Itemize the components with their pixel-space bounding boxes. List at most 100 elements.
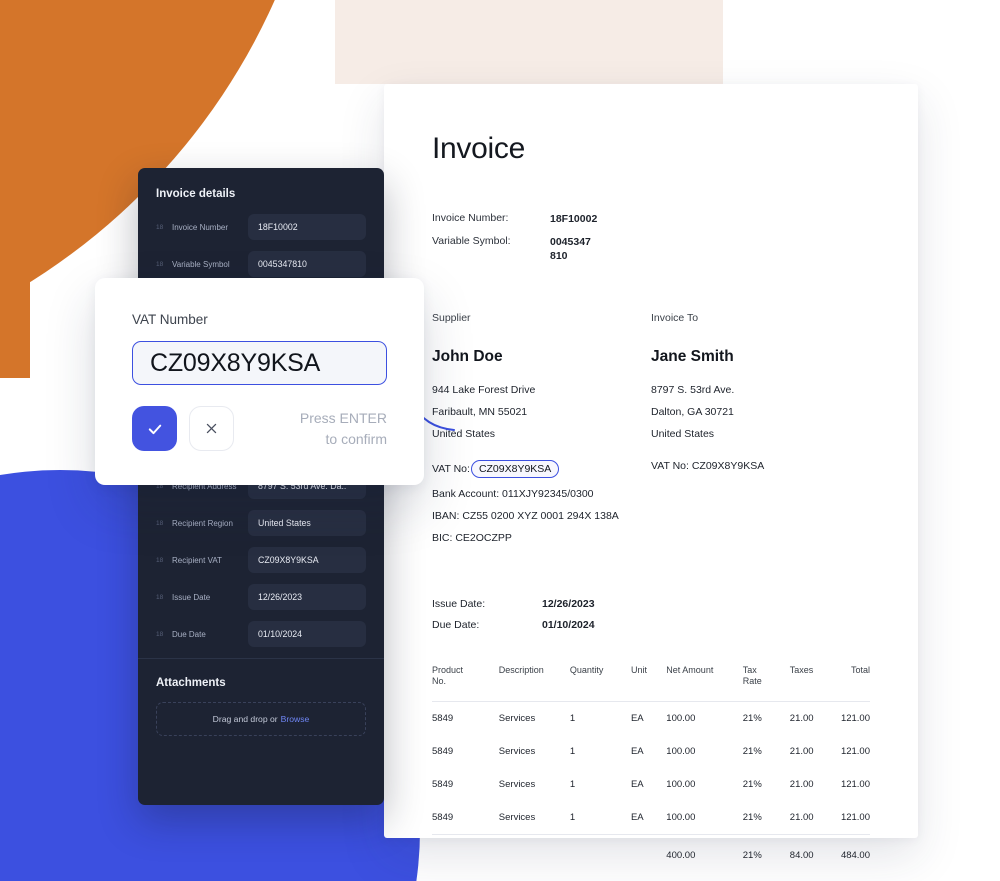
subtotal-cell xyxy=(569,834,631,873)
table-cell: 21.00 xyxy=(789,779,814,791)
table-cell: EA xyxy=(630,779,644,791)
vat-popup-actions: Press ENTER to confirm xyxy=(132,406,387,451)
field-input[interactable]: 18F10002 xyxy=(248,214,366,240)
attachment-dropzone[interactable]: Drag and drop or Browse xyxy=(156,702,366,736)
recipient-kicker: Invoice To xyxy=(651,311,699,324)
table-cell: 100.00 xyxy=(666,812,696,824)
field-label: Invoice Number xyxy=(172,222,229,232)
recipient-name: Jane Smith xyxy=(651,347,734,365)
subtotal-cell xyxy=(630,834,667,873)
column-header-net-amount: Net Amount xyxy=(666,664,714,675)
column-header-taxes: Taxes xyxy=(789,664,814,675)
field-index: 18 xyxy=(156,260,164,268)
table-cell: 21% xyxy=(742,812,762,824)
field-input[interactable]: United States xyxy=(248,510,366,536)
supplier-address-line: United States xyxy=(432,427,496,440)
column-header-quantity: Quantity xyxy=(569,664,604,675)
table-cell: 1 xyxy=(569,812,576,824)
field-label: Issue Date xyxy=(172,592,211,602)
field-input[interactable]: CZ09X8Y9KSA xyxy=(248,547,366,573)
subtotal-cell: 84.00 xyxy=(789,834,841,873)
supplier-bic: BIC: CE2OCZPP xyxy=(432,531,512,544)
vat-number-field-label: VAT Number xyxy=(132,312,208,327)
field-index: 18 xyxy=(156,223,164,231)
field-label: Due Date xyxy=(172,629,206,639)
table-cell: 21% xyxy=(742,746,762,758)
supplier-name: John Doe xyxy=(432,347,503,365)
orange-arc-fill-decoration xyxy=(0,0,30,380)
field-label: Recipient Region xyxy=(172,518,233,528)
table-cell: Services xyxy=(498,779,536,791)
table-cell: 121.00 xyxy=(840,746,870,758)
table-cell: 21.00 xyxy=(789,701,841,736)
field-label: Recipient VAT xyxy=(172,555,222,565)
field-row: 18 Due Date 01/10/2024 xyxy=(156,621,366,647)
table-cell: 5849 xyxy=(432,779,454,791)
cream-rectangle-decoration xyxy=(335,0,723,84)
table-cell: 100.00 xyxy=(666,779,696,791)
table-cell: 121.00 xyxy=(840,812,870,824)
field-row: 18 Recipient VAT CZ09X8Y9KSA xyxy=(156,547,366,573)
table-cell: 121.00 xyxy=(840,701,870,736)
page-title: Invoice xyxy=(432,132,525,165)
field-index: 18 xyxy=(156,593,164,601)
table-cell: EA xyxy=(630,812,644,824)
recipient-address-line: United States xyxy=(651,427,715,440)
invoice-meta-row: Variable Symbol: 0045347 810 xyxy=(432,235,870,263)
cancel-button[interactable] xyxy=(189,406,234,451)
table-cell: Services xyxy=(498,701,570,736)
table-cell: 21% xyxy=(742,701,790,736)
column-header-total: Total xyxy=(850,664,870,675)
supplier-kicker: Supplier xyxy=(432,311,471,324)
table-header-row: Product No. Description Quantity Unit Net… xyxy=(432,665,870,702)
supplier-vat-label: VAT No: xyxy=(432,462,470,475)
table-cell: 1 xyxy=(569,746,576,758)
table-subtotal-row: 400.00 21% 84.00 484.00 xyxy=(432,834,870,873)
field-row: 18 Variable Symbol 0045347810 xyxy=(156,251,366,277)
supplier-vat-line: VAT No: CZ09X8Y9KSA xyxy=(432,459,651,478)
subtotal-cell: 400.00 xyxy=(666,834,743,873)
supplier-block: Supplier John Doe 944 Lake Forest Drive … xyxy=(432,312,651,554)
table-cell: Services xyxy=(498,746,536,758)
supplier-bank-account: Bank Account: 011XJY92345/0300 xyxy=(432,487,594,500)
vat-number-input[interactable]: CZ09X8Y9KSA xyxy=(132,341,387,385)
subtotal-cell xyxy=(432,834,499,873)
subtotal-cell xyxy=(498,834,570,873)
parties-block: Supplier John Doe 944 Lake Forest Drive … xyxy=(432,312,870,554)
table-row: 5849 Services 1 EA 100.00 21% 21.00 121.00 xyxy=(432,801,870,835)
subtotal-cell: 484.00 xyxy=(840,834,870,873)
field-input[interactable]: 12/26/2023 xyxy=(248,584,366,610)
table-cell: 100.00 xyxy=(666,701,743,736)
table-cell: 121.00 xyxy=(840,779,870,791)
table-cell: 5849 xyxy=(432,812,454,824)
field-input[interactable]: 0045347810 xyxy=(248,251,366,277)
table-body: 5849 Services 1 EA 100.00 21% 21.00 121.00 5849 S… xyxy=(432,701,870,873)
due-date-value: 01/10/2024 xyxy=(542,618,595,631)
confirm-button[interactable] xyxy=(132,406,177,451)
supplier-address-line: Faribault, MN 55021 xyxy=(432,405,528,418)
due-date-label: Due Date: xyxy=(432,618,480,631)
recipient-address-line: 8797 S. 53rd Ave. xyxy=(651,383,735,396)
table-cell: 1 xyxy=(569,701,631,736)
table-row: 5849 Services 1 EA 100.00 21% 21.00 121.00 xyxy=(432,701,870,736)
table-header: Product No. Description Quantity Unit Net… xyxy=(432,665,870,702)
dates-block: Issue Date: 12/26/2023 Due Date: 01/10/2… xyxy=(432,598,870,631)
field-row: 18 Issue Date 12/26/2023 xyxy=(156,584,366,610)
field-row: 18 Recipient Region United States xyxy=(156,510,366,536)
column-header-tax-rate: Tax Rate xyxy=(742,664,762,686)
browse-link[interactable]: Browse xyxy=(281,714,310,724)
invoice-meta-block: Invoice Number: 18F10002 Variable Symbol… xyxy=(432,212,870,264)
issue-date-label: Issue Date: xyxy=(432,597,486,610)
field-input[interactable]: 01/10/2024 xyxy=(248,621,366,647)
column-header-description: Description xyxy=(498,664,544,675)
supplier-iban: IBAN: CZ55 0200 XYZ 0001 294X 138A xyxy=(432,509,619,522)
invoice-number-label: Invoice Number: xyxy=(432,212,509,224)
field-index: 18 xyxy=(156,519,164,527)
vat-number-edit-popup: VAT Number CZ09X8Y9KSA Press ENTER to co… xyxy=(95,278,424,485)
attachments-heading: Attachments xyxy=(156,677,226,689)
field-label: Variable Symbol xyxy=(172,259,230,269)
supplier-vat-highlight-pill[interactable]: CZ09X8Y9KSA xyxy=(470,459,560,478)
column-header-product-no: Product No. xyxy=(432,664,464,686)
